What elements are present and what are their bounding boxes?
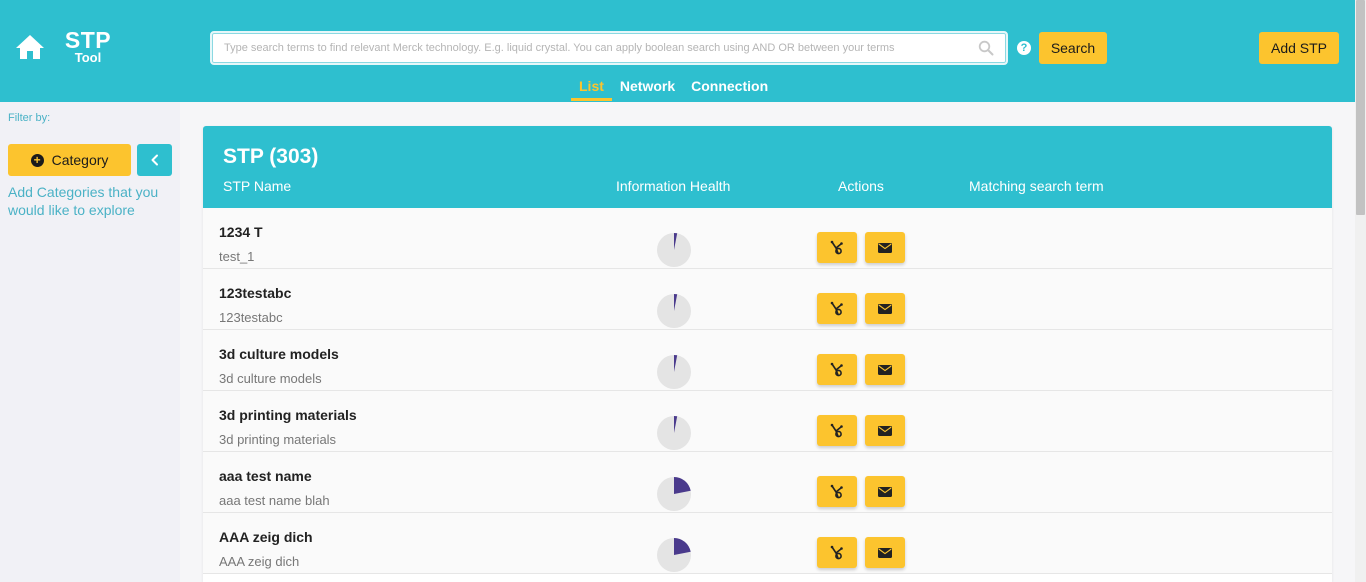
hub-icon [830,423,843,437]
stp-rows: 1234 T test_1 123testabc 123testabc 3d c… [203,208,1332,574]
add-stp-button[interactable]: Add STP [1259,32,1339,64]
network-action-button[interactable] [817,415,857,446]
plus-circle-icon: + [30,153,44,167]
network-action-button[interactable] [817,476,857,507]
stp-subtitle: 3d printing materials [219,432,337,447]
network-action-button[interactable] [817,293,857,324]
filter-label: Filter by: [8,112,51,124]
stp-name[interactable]: 1234 T [219,224,263,240]
search-button[interactable]: Search [1039,32,1107,64]
add-category-button[interactable]: + Category [8,144,131,176]
health-pie-chart [657,416,691,450]
panel-header: STP (303) STP Name Information Health Ac… [203,126,1332,208]
table-row[interactable]: aaa test name aaa test name blah [203,452,1332,513]
health-pie-chart [657,477,691,511]
email-action-button[interactable] [865,537,905,568]
tab-list[interactable]: List [571,78,612,101]
stp-name[interactable]: 3d printing materials [219,407,357,423]
email-action-button[interactable] [865,476,905,507]
network-action-button[interactable] [817,354,857,385]
table-row[interactable]: 1234 T test_1 [203,208,1332,269]
home-icon[interactable] [14,33,46,61]
hub-icon [830,362,843,376]
email-action-button[interactable] [865,354,905,385]
envelope-icon [878,242,892,253]
stp-subtitle: AAA zeig dich [219,554,300,569]
search-box [210,31,1008,65]
view-tabs: List Network Connection [571,78,776,102]
stp-name[interactable]: 3d culture models [219,346,339,362]
column-header-name: STP Name [223,178,292,194]
network-action-button[interactable] [817,232,857,263]
logo-main-text: STP [64,27,112,53]
stp-name[interactable]: aaa test name [219,468,312,484]
stp-name[interactable]: AAA zeig dich [219,529,313,545]
sidebar-hint: Add Categories that you would like to ex… [8,184,159,218]
table-row[interactable]: 3d printing materials 3d printing materi… [203,391,1332,452]
envelope-icon [878,303,892,314]
column-header-actions: Actions [838,178,884,194]
email-action-button[interactable] [865,232,905,263]
table-row[interactable]: 123testabc 123testabc [203,269,1332,330]
app-logo[interactable]: STP Tool [58,27,118,65]
email-action-button[interactable] [865,415,905,446]
network-action-button[interactable] [817,537,857,568]
stp-subtitle: test_1 [219,249,255,264]
hub-icon [830,484,843,498]
email-action-button[interactable] [865,293,905,324]
panel-title: STP (303) [223,145,319,168]
health-pie-chart [657,233,691,267]
hub-icon [830,240,843,254]
envelope-icon [878,486,892,497]
health-pie-chart [657,538,691,572]
top-header: STP Tool ? Search Add STP List Network C… [0,0,1355,102]
hub-icon [830,301,843,315]
column-header-health: Information Health [616,178,731,194]
collapse-sidebar-button[interactable] [137,144,172,176]
envelope-icon [878,547,892,558]
category-label: Category [51,152,109,168]
filter-sidebar: Filter by: + Category Add Categories tha… [0,102,180,582]
hub-icon [830,545,843,559]
stp-list-panel: STP (303) STP Name Information Health Ac… [203,126,1332,582]
envelope-icon [878,425,892,436]
stp-subtitle: aaa test name blah [219,493,330,508]
search-input[interactable] [224,33,964,63]
envelope-icon [878,364,892,375]
chevron-left-icon [151,154,158,166]
tab-network[interactable]: Network [612,78,683,101]
stp-subtitle: 3d culture models [219,371,322,386]
table-row[interactable]: AAA zeig dich AAA zeig dich [203,513,1332,574]
scrollbar-thumb[interactable] [1356,0,1365,215]
table-row[interactable]: 3d culture models 3d culture models [203,330,1332,391]
health-pie-chart [657,294,691,328]
stp-name[interactable]: 123testabc [219,285,291,301]
health-pie-chart [657,355,691,389]
stp-subtitle: 123testabc [219,310,283,325]
help-icon[interactable]: ? [1017,41,1031,55]
tab-connection[interactable]: Connection [683,78,776,101]
column-header-match: Matching search term [969,178,1104,194]
search-icon[interactable] [978,40,994,56]
